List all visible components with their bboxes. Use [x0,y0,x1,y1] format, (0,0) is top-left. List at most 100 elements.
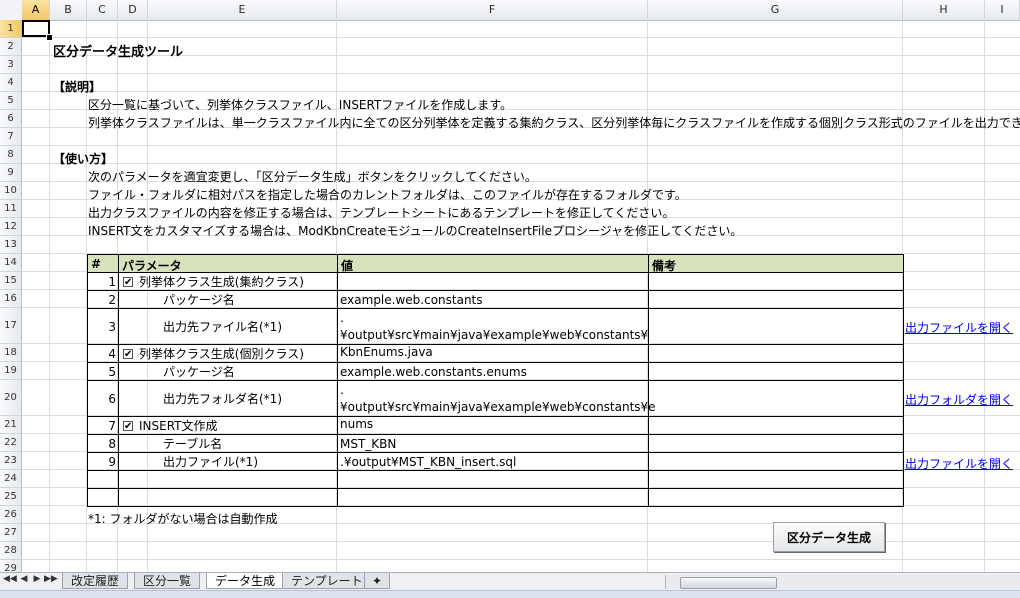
row-header-14[interactable]: 14 [0,254,22,272]
table-empty-cell [337,470,649,489]
row-header-26[interactable]: 26 [0,506,22,524]
section-usage-heading: 【使い方】 [53,152,114,166]
page-title: 区分データ生成ツール [53,45,184,60]
row-header-7[interactable]: 7 [0,128,22,146]
column-header-i[interactable]: I [985,0,1020,20]
table-row-param: 出力先ファイル名(*1) [118,308,338,345]
enable-checkbox[interactable] [123,346,133,364]
row-gridline [22,145,1020,146]
row-header-12[interactable]: 12 [0,218,22,236]
table-row-param: パッケージ名 [118,362,338,381]
prev-sheet-icon[interactable]: ◀ [18,574,30,584]
row-header-4[interactable]: 4 [0,74,22,92]
row-gridline [22,163,1020,164]
row-header-28[interactable]: 28 [0,542,22,560]
table-row-num: 4 [87,344,119,363]
column-header-a[interactable]: A [22,0,50,20]
table-row-value[interactable]: MST_KBN [337,434,649,453]
table-row-param: 列挙体クラス生成(集約クラス) [118,272,338,292]
row-header-8[interactable]: 8 [0,146,22,164]
next-sheet-icon[interactable]: ▶ [31,574,43,584]
description-line-2: 列挙体クラスファイルは、単一クラスファイル内に全ての区分列挙体を定義する集約クラ… [88,116,1020,130]
last-sheet-icon[interactable]: ▶▶ [44,574,58,584]
row-header-24[interactable]: 24 [0,470,22,488]
row-header-21[interactable]: 21 [0,416,22,434]
row-header-20[interactable]: 20 [0,380,22,416]
column-header-b[interactable]: B [50,0,87,20]
enable-checkbox[interactable] [123,274,133,292]
column-header-c[interactable]: C [87,0,118,20]
row-header-19[interactable]: 19 [0,362,22,380]
table-row-num: 5 [87,362,119,381]
param-label: 出力先フォルダ名(*1) [163,392,282,406]
column-headers: ABCDEFGHI [0,0,1020,21]
enable-checkbox[interactable] [123,418,133,436]
tab-category-list[interactable]: 区分一覧 [134,573,201,589]
table-empty-cell [87,488,119,507]
row-header-1[interactable]: 1 [0,20,22,38]
row-header-3[interactable]: 3 [0,56,22,74]
row-header-29[interactable]: 29 [0,560,22,572]
table-row-param: パッケージ名 [118,290,338,309]
column-header-f[interactable]: F [337,0,648,20]
table-row-num: 8 [87,434,119,453]
fill-handle[interactable] [46,34,53,41]
spreadsheet-grid[interactable]: ABCDEFGHI 1 2 3 4 5 6 7 8 9 10 11 12 13 14 15 16 17 18 19 2… [0,0,1020,572]
row-header-17[interactable]: 17 [0,308,22,344]
column-header-g[interactable]: G [648,0,903,20]
column-header-e[interactable]: E [148,0,337,20]
table-row-value[interactable]: example.web.constants.enums [337,362,649,381]
table-row-num: 2 [87,290,119,309]
row-header-13[interactable]: 13 [0,236,22,254]
table-header-param: パラメータ [118,254,338,273]
first-sheet-icon[interactable]: ◀◀ [3,574,17,584]
row-header-2[interactable]: 2 [0,38,22,56]
tab-revision-history[interactable]: 改定履歴 [62,573,129,589]
row-header-6[interactable]: 6 [0,110,22,128]
tab-template[interactable]: テンプレート [282,573,372,589]
table-empty-cell [118,488,338,507]
table-row-value[interactable]: .¥output¥src¥main¥java¥example¥web¥const… [337,308,649,359]
row-header-5[interactable]: 5 [0,92,22,110]
table-row-note [648,416,904,435]
param-label: テーブル名 [163,437,223,451]
description-line-1: 区分一覧に基づいて、列挙体クラスファイル、INSERTファイルを作成します。 [88,98,513,112]
open-output-folder-link[interactable]: 出力フォルダを開く [905,391,1013,408]
table-row-value[interactable] [337,344,649,363]
tab-data-generation[interactable]: データ生成 [206,573,285,589]
param-label: 出力先ファイル名(*1) [163,320,282,334]
value-line-1: .¥output¥src¥main¥java¥example¥web¥const… [340,383,656,414]
row-header-11[interactable]: 11 [0,200,22,218]
column-header-h[interactable]: H [903,0,985,20]
generate-data-button[interactable]: 区分データ生成 [773,522,885,552]
table-row-param: 出力ファイル(*1) [118,452,338,471]
row-header-10[interactable]: 10 [0,182,22,200]
row-header-25[interactable]: 25 [0,488,22,506]
table-row-num: 6 [87,380,119,417]
row-header-15[interactable]: 15 [0,272,22,290]
column-header-d[interactable]: D [118,0,148,20]
open-output-file-link-2[interactable]: 出力ファイルを開く [905,455,1013,472]
horizontal-scrollbar[interactable] [665,575,1020,589]
row-header-27[interactable]: 27 [0,524,22,542]
table-row-value[interactable]: .¥output¥src¥main¥java¥example¥web¥const… [337,380,656,431]
open-output-file-link-1[interactable]: 出力ファイルを開く [905,319,1013,336]
row-header-18[interactable]: 18 [0,344,22,362]
row-header-16[interactable]: 16 [0,290,22,308]
scrollbar-thumb[interactable] [680,577,777,589]
table-row-value[interactable] [337,272,649,291]
table-empty-cell [648,470,904,489]
row-header-9[interactable]: 9 [0,164,22,182]
row-header-23[interactable]: 23 [0,452,22,470]
table-row-value[interactable]: .¥output¥MST_KBN_insert.sql [337,452,649,471]
table-row-value[interactable] [337,416,649,435]
param-label: パッケージ名 [163,293,235,307]
table-row-note [648,272,904,291]
table-header-value: 値 [337,254,649,273]
table-row-value[interactable]: example.web.constants [337,290,649,309]
table-row-num: 3 [87,308,119,345]
row-header-22[interactable]: 22 [0,434,22,452]
table-row-param: 列挙体クラス生成(個別クラス) [118,344,338,364]
value-line-1: example.web.constants [340,293,483,307]
insert-sheet-icon[interactable]: ✦ [364,573,390,589]
